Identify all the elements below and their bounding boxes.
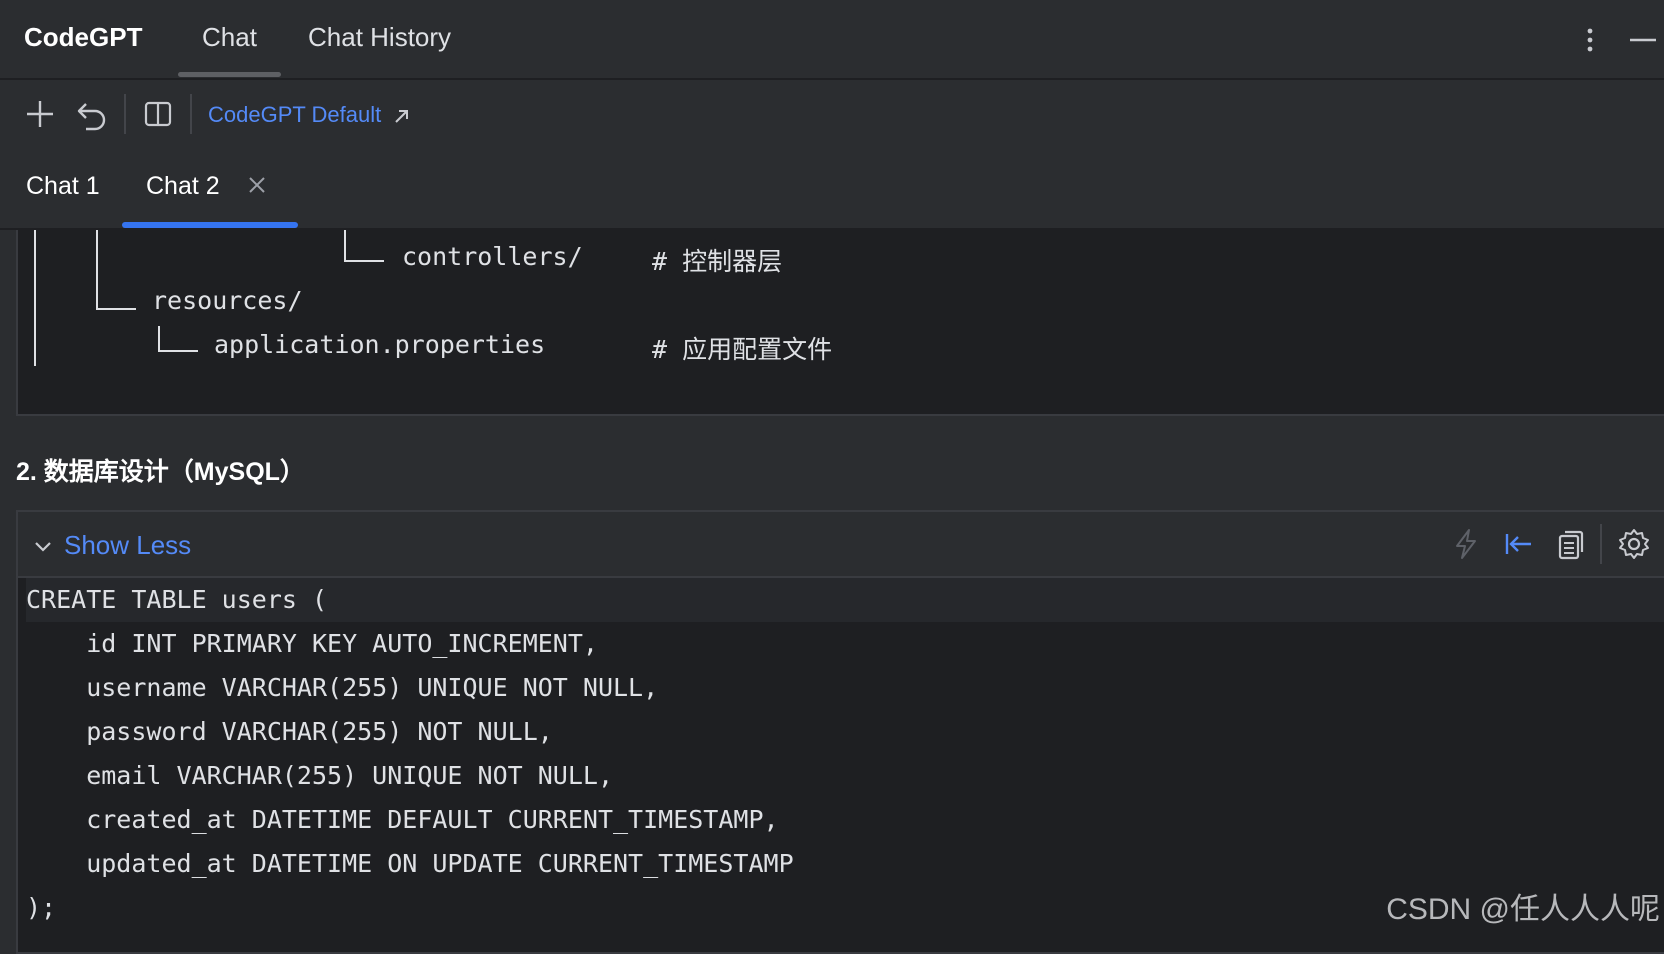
code-body[interactable]: CREATE TABLE users ( id INT PRIMARY KEY …	[26, 578, 1664, 930]
tree-item-name: resources/	[152, 286, 303, 315]
plus-icon[interactable]	[22, 96, 58, 132]
active-tab-indicator	[122, 222, 298, 228]
external-link-icon	[395, 110, 409, 123]
top-header: CodeGPT Chat Chat History	[0, 0, 1664, 80]
tab-chat[interactable]: Chat	[178, 22, 281, 77]
show-less-toggle[interactable]: Show Less	[34, 530, 191, 561]
chat-tab-2[interactable]: Chat 2	[146, 172, 220, 201]
split-panel-icon[interactable]	[140, 96, 176, 132]
chat-toolbar: CodeGPT Default	[0, 80, 1664, 150]
chat-content: controllers/ # 控制器层 resources/ applicati…	[0, 230, 1664, 954]
tree-item-comment: # 控制器层	[652, 247, 783, 276]
code-line: updated_at DATETIME ON UPDATE CURRENT_TI…	[26, 849, 794, 878]
chat-tab-1[interactable]: Chat 1	[26, 172, 100, 201]
tree-guide-line	[34, 230, 36, 366]
chevron-down-icon	[35, 542, 51, 552]
toolbar-divider	[124, 94, 126, 134]
tree-branch-line	[96, 308, 136, 310]
settings-gear-icon[interactable]	[1616, 526, 1652, 562]
insert-left-icon[interactable]	[1500, 526, 1536, 562]
undo-icon[interactable]	[74, 96, 110, 132]
code-panel-header: Show Less	[18, 512, 1664, 578]
app-title: CodeGPT	[24, 22, 143, 52]
tree-guide-line	[158, 326, 160, 352]
tab-chat-history[interactable]: Chat History	[308, 22, 451, 53]
watermark: CSDN @任人人人呢	[1386, 893, 1660, 926]
code-header-divider	[1600, 524, 1602, 564]
tree-guide-line	[344, 230, 346, 260]
code-line: created_at DATETIME DEFAULT CURRENT_TIME…	[26, 805, 779, 834]
project-tree-block: controllers/ # 控制器层 resources/ applicati…	[16, 230, 1664, 416]
model-selector-link[interactable]: CodeGPT Default	[208, 102, 411, 128]
tree-item-name: controllers/	[402, 242, 583, 271]
copy-icon[interactable]	[1552, 526, 1588, 562]
code-line: username VARCHAR(255) UNIQUE NOT NULL,	[26, 673, 659, 702]
tree-item-comment: # 应用配置文件	[652, 335, 833, 364]
minimize-icon[interactable]	[1624, 22, 1660, 58]
tree-guide-line	[96, 280, 98, 310]
code-line: password VARCHAR(255) NOT NULL,	[26, 717, 553, 746]
section-heading: 2. 数据库设计（MySQL）	[16, 458, 305, 486]
tree-branch-line	[158, 350, 198, 352]
tree-guide-line	[96, 230, 98, 280]
show-less-label: Show Less	[64, 530, 192, 560]
tree-item-name: application.properties	[214, 330, 546, 359]
more-vertical-icon[interactable]	[1572, 22, 1608, 58]
lightning-icon[interactable]	[1448, 526, 1484, 562]
code-line: email VARCHAR(255) UNIQUE NOT NULL,	[26, 761, 613, 790]
tree-branch-line	[344, 260, 384, 262]
close-icon[interactable]	[246, 174, 268, 196]
toolbar-divider	[190, 94, 192, 134]
code-line: CREATE TABLE users (	[26, 578, 1664, 622]
model-label: CodeGPT Default	[208, 102, 382, 127]
code-line: id INT PRIMARY KEY AUTO_INCREMENT,	[26, 629, 598, 658]
